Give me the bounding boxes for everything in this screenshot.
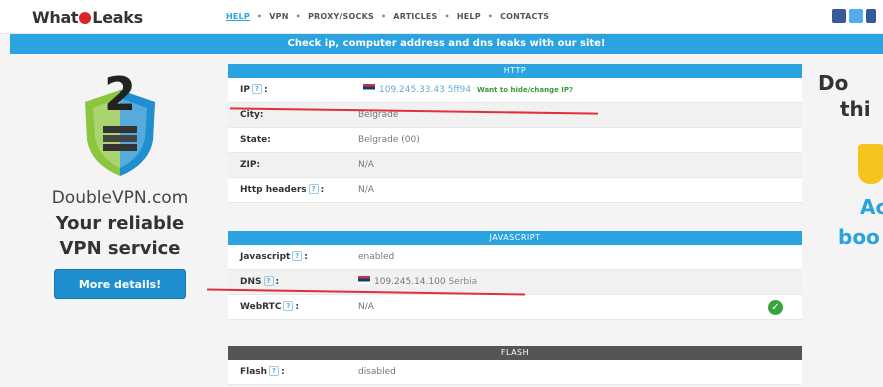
row-state: State: Belgrade (00) — [228, 128, 802, 153]
city-value: Belgrade — [358, 110, 399, 120]
nav-contacts[interactable]: CONTACTS — [500, 12, 549, 21]
javascript-section: JAVASCRIPT Javascript?: enabled DNS?: 10… — [228, 231, 802, 320]
flash-section: FLASH Flash?: disabled — [228, 346, 802, 385]
nav-help[interactable]: HELP — [226, 12, 250, 21]
help-icon[interactable]: ? — [269, 366, 280, 376]
doublevpn-shield-icon: 2 — [85, 67, 155, 176]
top-bar: What Leaks HELP • VPN • PROXY/SOCKS • ART… — [0, 0, 883, 34]
info-banner: Check ip, computer address and dns leaks… — [10, 34, 883, 54]
http-headers-value: N/A — [358, 185, 374, 195]
serbia-flag-icon — [358, 276, 370, 284]
help-icon[interactable]: ? — [251, 84, 262, 94]
right-ad: Do thi Ac boo — [818, 70, 883, 250]
section-header-javascript: JAVASCRIPT — [228, 231, 802, 245]
dns-country: Serbia — [448, 277, 478, 287]
site-logo[interactable]: What Leaks — [32, 8, 143, 27]
right-ad-line4: boo — [838, 225, 880, 249]
row-city: City: Belgrade — [228, 103, 802, 128]
zip-value: N/A — [358, 160, 374, 170]
nav-help-2[interactable]: HELP — [457, 12, 481, 21]
nav-separator: • — [444, 12, 450, 21]
javascript-value: enabled — [358, 252, 395, 262]
hide-ip-link[interactable]: Want to hide/change IP? — [477, 86, 573, 94]
section-header-http: HTTP — [228, 64, 802, 78]
main-nav: HELP • VPN • PROXY/SOCKS • ARTICLES • HE… — [226, 12, 553, 21]
zip-label: ZIP: — [240, 160, 261, 170]
ad-brand: DoubleVPN.com — [51, 188, 189, 208]
nav-separator: • — [487, 12, 494, 21]
help-icon[interactable]: ? — [292, 251, 303, 261]
http-section: HTTP IP?: 109.245.33.43 5ff94 Want to hi… — [228, 64, 802, 203]
http-headers-label: Http headers?: — [240, 184, 325, 195]
ip-label: IP?: — [240, 84, 268, 95]
logo-text-left: What — [32, 8, 79, 27]
logo-text-right: Leaks — [92, 8, 143, 27]
more-details-button[interactable]: More details! — [54, 269, 186, 299]
svg-text:2: 2 — [104, 68, 136, 121]
right-ad-line2: thi — [840, 97, 871, 121]
nav-articles[interactable]: ARTICLES — [393, 12, 437, 21]
ad-tagline: DoubleVPN.com Your reliable VPN service — [30, 186, 210, 261]
nav-separator: • — [295, 12, 301, 21]
twitter-icon[interactable] — [849, 9, 863, 23]
row-http-headers: Http headers?: N/A — [228, 178, 802, 203]
nav-separator: • — [380, 12, 387, 21]
help-icon[interactable]: ? — [283, 301, 294, 311]
googleplus-icon[interactable] — [866, 9, 876, 23]
right-ad-line3: Ac — [860, 195, 883, 219]
serbia-flag-icon — [363, 84, 375, 92]
ip-value-cell: 109.245.33.43 5ff94 Want to hide/change … — [363, 78, 573, 103]
state-value: Belgrade (00) — [358, 135, 420, 145]
state-label: State: — [240, 135, 271, 145]
row-webrtc: WebRTC?: N/A ✓ — [228, 295, 802, 320]
left-ad: 2 DoubleVPN.com Your reliable VPN servic… — [30, 62, 210, 299]
nav-vpn[interactable]: VPN — [269, 12, 288, 21]
webrtc-label: WebRTC?: — [240, 301, 300, 312]
webrtc-value: N/A — [358, 302, 374, 312]
help-icon[interactable]: ? — [263, 276, 274, 286]
help-icon[interactable]: ? — [308, 184, 319, 194]
javascript-label: Javascript?: — [240, 251, 308, 262]
social-links — [832, 8, 879, 27]
facebook-icon[interactable] — [832, 9, 846, 23]
ad-tagline-line2: Your reliable — [55, 213, 185, 234]
flash-label: Flash?: — [240, 366, 285, 377]
section-header-flash: FLASH — [228, 346, 802, 360]
dns-value: 109.245.14.100 — [374, 277, 446, 287]
nav-proxy[interactable]: PROXY/SOCKS — [308, 12, 374, 21]
skull-icon — [79, 12, 92, 24]
row-flash: Flash?: disabled — [228, 360, 802, 385]
row-ip: IP?: 109.245.33.43 5ff94 Want to hide/ch… — [228, 78, 802, 103]
right-ad-line1: Do — [818, 71, 849, 95]
ip-value: 109.245.33.43 5ff94 — [379, 85, 472, 95]
check-icon: ✓ — [768, 300, 783, 315]
row-javascript: Javascript?: enabled — [228, 245, 802, 270]
nav-separator: • — [256, 12, 263, 21]
trophy-icon — [858, 144, 883, 184]
row-zip: ZIP: N/A — [228, 153, 802, 178]
ad-tagline-line3: VPN service — [59, 238, 181, 259]
flash-value: disabled — [358, 367, 396, 377]
